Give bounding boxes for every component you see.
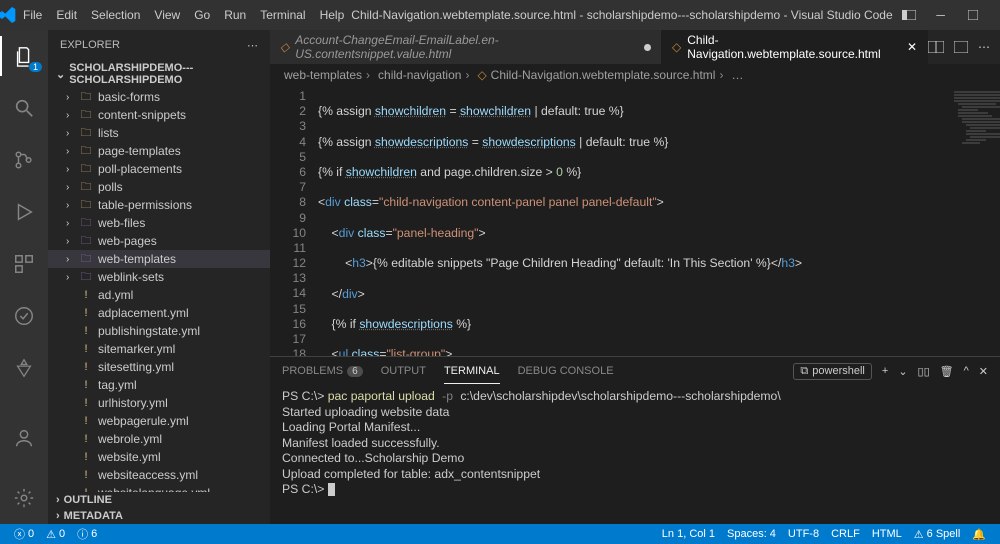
- run-debug-icon[interactable]: [0, 192, 48, 232]
- folder-basic-forms[interactable]: ›🗀basic-forms: [48, 88, 270, 106]
- menu-terminal[interactable]: Terminal: [253, 8, 312, 22]
- menu-file[interactable]: File: [16, 8, 49, 22]
- minimap[interactable]: [944, 86, 1000, 356]
- folder-weblink-sets[interactable]: ›🗀weblink-sets: [48, 268, 270, 286]
- kill-terminal-icon[interactable]: 🗑: [940, 365, 954, 378]
- extensions-icon[interactable]: [0, 244, 48, 284]
- metadata-header[interactable]: ›METADATA: [48, 508, 270, 524]
- project-header[interactable]: ⌄SCHOLARSHIPDEMO---SCHOLARSHIPDEMO: [48, 60, 270, 88]
- close-icon[interactable]: ✕: [989, 0, 1000, 30]
- terminal-output[interactable]: PS C:\> pac paportal upload -p c:\dev\sc…: [270, 385, 1000, 524]
- modified-dot-icon: [644, 44, 651, 51]
- terminal-shell-selector[interactable]: ⧉powershell: [793, 363, 871, 380]
- file-tag[interactable]: !tag.yml: [48, 376, 270, 394]
- portal-icon[interactable]: [0, 348, 48, 388]
- file-website[interactable]: !website.yml: [48, 448, 270, 466]
- menu-view[interactable]: View: [147, 8, 187, 22]
- maximize-icon[interactable]: [957, 0, 989, 30]
- status-language[interactable]: HTML: [866, 528, 908, 541]
- bottom-panel: PROBLEMS6 OUTPUT TERMINAL DEBUG CONSOLE …: [270, 356, 1000, 524]
- menu-run[interactable]: Run: [217, 8, 253, 22]
- code-content[interactable]: {% assign showchildren = showchildren | …: [318, 86, 944, 356]
- folder-poll-placements[interactable]: ›🗀poll-placements: [48, 160, 270, 178]
- folder-web-files[interactable]: ›🗀web-files: [48, 214, 270, 232]
- maximize-panel-icon[interactable]: ^: [964, 365, 969, 377]
- status-encoding[interactable]: UTF-8: [782, 528, 825, 541]
- status-spaces[interactable]: Spaces: 4: [721, 528, 782, 541]
- folder-polls[interactable]: ›🗀polls: [48, 178, 270, 196]
- file-sitesetting[interactable]: !sitesetting.yml: [48, 358, 270, 376]
- status-spell[interactable]: ⚠ 6 Spell: [908, 528, 967, 541]
- chevron-down-icon[interactable]: ⌄: [898, 365, 907, 378]
- file-adplacement[interactable]: !adplacement.yml: [48, 304, 270, 322]
- folder-table-permissions[interactable]: ›🗀table-permissions: [48, 196, 270, 214]
- tab-inactive[interactable]: ◇Account-ChangeEmail-EmailLabel.en-US.co…: [270, 30, 662, 64]
- file-urlhistory[interactable]: !urlhistory.yml: [48, 394, 270, 412]
- file-publishingstate[interactable]: !publishingstate.yml: [48, 322, 270, 340]
- layout-icon[interactable]: [893, 0, 925, 30]
- panel-tab-debug[interactable]: DEBUG CONSOLE: [518, 359, 614, 383]
- folder-web-pages[interactable]: ›🗀web-pages: [48, 232, 270, 250]
- status-notifications-icon[interactable]: 🔔: [966, 528, 992, 541]
- editor-area: ◇Account-ChangeEmail-EmailLabel.en-US.co…: [270, 30, 1000, 524]
- close-panel-icon[interactable]: ✕: [979, 365, 988, 378]
- explorer-icon[interactable]: 1: [0, 36, 48, 76]
- panel-tab-problems[interactable]: PROBLEMS6: [282, 359, 363, 383]
- menu-go[interactable]: Go: [187, 8, 217, 22]
- status-bar: ⓧ 0 ⚠ 0 ⓘ 6 Ln 1, Col 1 Spaces: 4 UTF-8 …: [0, 524, 1000, 544]
- title-bar: File Edit Selection View Go Run Terminal…: [0, 0, 1000, 30]
- folder-web-templates[interactable]: ›🗀web-templates: [48, 250, 270, 268]
- check-icon[interactable]: [0, 296, 48, 336]
- terminal-cursor: [328, 483, 335, 496]
- tab-active[interactable]: ◇Child-Navigation.webtemplate.source.htm…: [662, 30, 928, 64]
- more-icon[interactable]: ⋯: [247, 39, 258, 52]
- file-websiteaccess[interactable]: !websiteaccess.yml: [48, 466, 270, 484]
- minimize-icon[interactable]: ─: [925, 0, 957, 30]
- line-gutter: 123456789101112131415161718: [270, 86, 318, 356]
- split-terminal-icon[interactable]: ▯▯: [918, 365, 930, 378]
- account-icon[interactable]: [0, 418, 48, 458]
- source-control-icon[interactable]: [0, 140, 48, 180]
- file-sitemarker[interactable]: !sitemarker.yml: [48, 340, 270, 358]
- folder-page-templates[interactable]: ›🗀page-templates: [48, 142, 270, 160]
- activity-bar: 1: [0, 30, 48, 524]
- new-terminal-icon[interactable]: +: [882, 365, 888, 377]
- split-icon[interactable]: [954, 41, 968, 53]
- menu-selection[interactable]: Selection: [84, 8, 147, 22]
- more-editor-icon[interactable]: ⋯: [978, 40, 990, 54]
- file-webpagerule[interactable]: !webpagerule.yml: [48, 412, 270, 430]
- sidebar-explorer: EXPLORER ⋯ ⌄SCHOLARSHIPDEMO---SCHOLARSHI…: [48, 30, 270, 524]
- menu-edit[interactable]: Edit: [49, 8, 84, 22]
- close-tab-icon[interactable]: ✕: [907, 40, 917, 54]
- menu-help[interactable]: Help: [313, 8, 352, 22]
- status-errors[interactable]: ⓧ 0: [8, 526, 40, 542]
- file-websitelanguage[interactable]: !websitelanguage.yml: [48, 484, 270, 492]
- status-warnings[interactable]: ⚠ 0: [40, 528, 71, 541]
- file-webrole[interactable]: !webrole.yml: [48, 430, 270, 448]
- menu-bar: File Edit Selection View Go Run Terminal…: [16, 8, 351, 22]
- status-info[interactable]: ⓘ 6: [71, 526, 103, 542]
- status-lncol[interactable]: Ln 1, Col 1: [656, 528, 721, 541]
- folder-content-snippets[interactable]: ›🗀content-snippets: [48, 106, 270, 124]
- panel-tab-output[interactable]: OUTPUT: [381, 359, 426, 383]
- breadcrumb[interactable]: web-templates child-navigation ◇ Child-N…: [270, 64, 1000, 86]
- code-editor[interactable]: 123456789101112131415161718 {% assign sh…: [270, 86, 1000, 356]
- file-tree: ›🗀basic-forms ›🗀content-snippets ›🗀lists…: [48, 88, 270, 492]
- preview-icon[interactable]: [928, 41, 944, 53]
- window-title: Child-Navigation.webtemplate.source.html…: [351, 8, 892, 22]
- explorer-title: EXPLORER: [60, 39, 120, 51]
- outline-header[interactable]: ›OUTLINE: [48, 492, 270, 508]
- status-eol[interactable]: CRLF: [825, 528, 866, 541]
- vscode-logo-icon: [0, 7, 16, 23]
- explorer-badge: 1: [29, 62, 42, 72]
- search-icon[interactable]: [0, 88, 48, 128]
- editor-tabs: ◇Account-ChangeEmail-EmailLabel.en-US.co…: [270, 30, 1000, 64]
- settings-icon[interactable]: [0, 478, 48, 518]
- panel-tab-terminal[interactable]: TERMINAL: [444, 359, 500, 384]
- folder-lists[interactable]: ›🗀lists: [48, 124, 270, 142]
- file-ad[interactable]: !ad.yml: [48, 286, 270, 304]
